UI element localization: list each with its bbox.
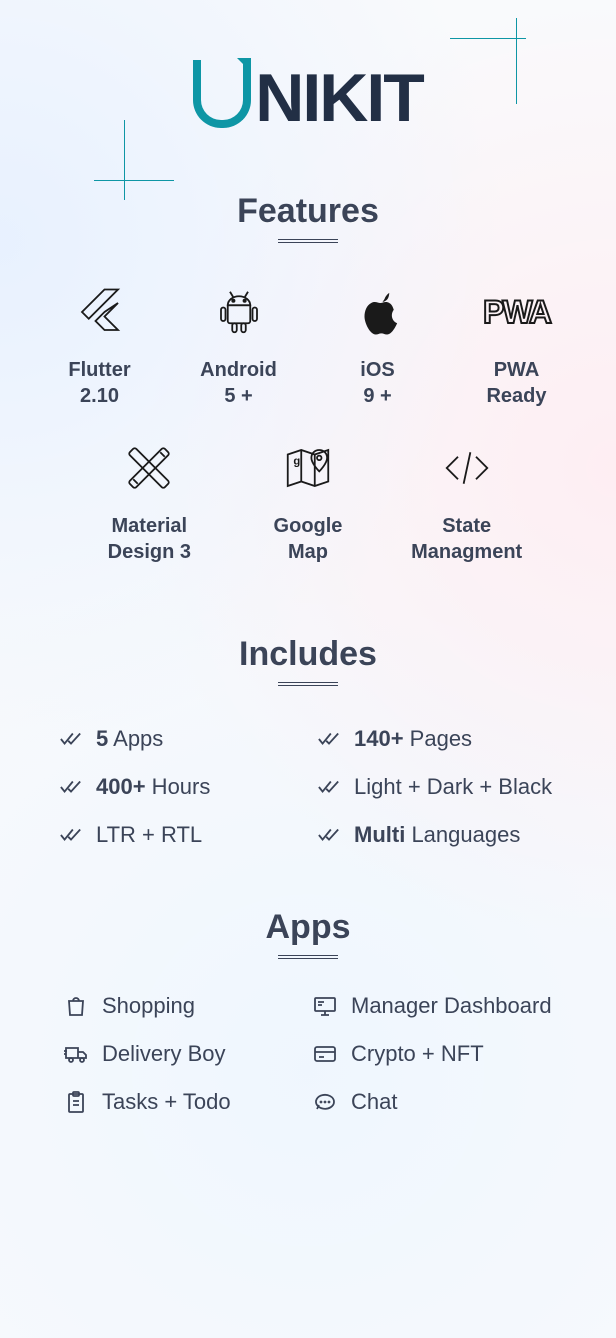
code-icon: [440, 439, 494, 497]
features-row-2: Material Design 3 g Google Map State: [0, 409, 616, 565]
double-check-icon: [60, 827, 82, 843]
include-direction: LTR + RTL: [60, 822, 298, 848]
app-delivery-boy: Delivery Boy: [64, 1041, 303, 1067]
apps-heading-rule: [278, 955, 338, 959]
double-check-icon: [60, 731, 82, 747]
feature-pwa: PWA PWA Ready: [447, 283, 586, 409]
include-languages: Multi Languages: [318, 822, 556, 848]
pencil-ruler-icon: [122, 439, 176, 497]
feature-google-map: g Google Map: [229, 439, 388, 565]
svg-text:g: g: [293, 456, 300, 468]
double-check-icon: [318, 827, 340, 843]
feature-material-design: Material Design 3: [70, 439, 229, 565]
brand-logo: NIKIT: [0, 60, 616, 132]
features-row-1: Flutter 2.10 Android 5 +: [0, 273, 616, 409]
logo-area: NIKIT: [0, 0, 616, 152]
include-pages: 140+ Pages: [318, 726, 556, 752]
flutter-icon: [73, 283, 127, 341]
feature-android: Android 5 +: [169, 283, 308, 409]
features-heading-rule: [278, 239, 338, 243]
app-crypto-nft: Crypto + NFT: [313, 1041, 552, 1067]
feature-label: Google Map: [274, 513, 343, 565]
app-chat: Chat: [313, 1089, 552, 1115]
feature-label: PWA Ready: [486, 357, 546, 409]
includes-list: 5 Apps 140+ Pages 400+ Hours Light + Dar…: [0, 716, 616, 858]
features-heading: Features: [0, 192, 616, 231]
app-shopping: Shopping: [64, 993, 303, 1019]
include-hours: 400+ Hours: [60, 774, 298, 800]
chat-icon: [313, 1090, 337, 1114]
shopping-bag-icon: [64, 994, 88, 1018]
logo-brand-text: NIKIT: [255, 64, 423, 132]
apps-heading: Apps: [0, 908, 616, 947]
truck-icon: [64, 1042, 88, 1066]
app-tasks-todo: Tasks + Todo: [64, 1089, 303, 1115]
android-icon: [212, 283, 266, 341]
apple-icon: [351, 283, 405, 341]
includes-heading: Includes: [0, 635, 616, 674]
feature-state-management: State Managment: [387, 439, 546, 565]
pwa-icon: PWA: [483, 283, 550, 341]
feature-label: State Managment: [411, 513, 522, 565]
clipboard-icon: [64, 1090, 88, 1114]
double-check-icon: [60, 779, 82, 795]
feature-flutter: Flutter 2.10: [30, 283, 169, 409]
feature-label: iOS 9 +: [360, 357, 394, 409]
logo-u-mark-icon: [193, 60, 251, 128]
include-apps: 5 Apps: [60, 726, 298, 752]
map-pin-icon: g: [281, 439, 335, 497]
include-themes: Light + Dark + Black: [318, 774, 556, 800]
includes-heading-rule: [278, 682, 338, 686]
feature-label: Flutter 2.10: [68, 357, 130, 409]
feature-label: Android 5 +: [200, 357, 277, 409]
double-check-icon: [318, 779, 340, 795]
card-icon: [313, 1042, 337, 1066]
apps-list: Shopping Manager Dashboard Delivery Boy …: [0, 989, 616, 1155]
feature-ios: iOS 9 +: [308, 283, 447, 409]
app-manager-dashboard: Manager Dashboard: [313, 993, 552, 1019]
monitor-icon: [313, 994, 337, 1018]
feature-label: Material Design 3: [108, 513, 191, 565]
double-check-icon: [318, 731, 340, 747]
